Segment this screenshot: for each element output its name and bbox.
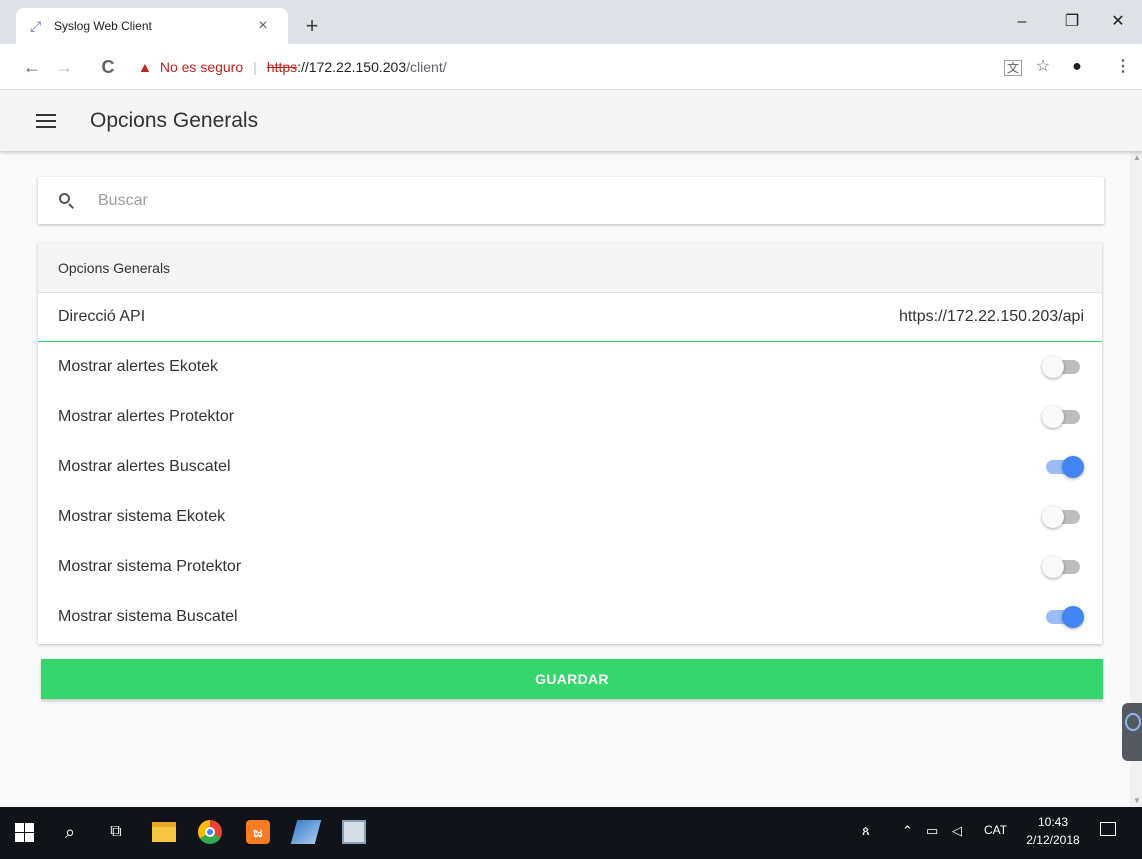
task-view-icon[interactable]: ⧉: [104, 820, 128, 844]
extension-icon: [1125, 713, 1141, 731]
security-status[interactable]: No es seguro: [160, 59, 243, 75]
reload-button[interactable]: C: [96, 56, 120, 78]
file-explorer-icon[interactable]: [152, 822, 176, 842]
side-extension-tab[interactable]: [1122, 703, 1142, 761]
setting-label: Mostrar alertes Buscatel: [58, 458, 231, 475]
warning-icon: ▲: [138, 59, 152, 75]
page-title: Opcions Generals: [90, 109, 259, 132]
profile-icon[interactable]: ●: [1066, 56, 1088, 78]
save-button[interactable]: GUARDAR: [41, 659, 1103, 699]
forward-button[interactable]: →: [52, 56, 76, 78]
setting-toggle[interactable]: [1042, 356, 1084, 378]
api-address-label: Direcció API: [58, 308, 146, 325]
setting-toggle[interactable]: [1042, 406, 1084, 428]
search-input[interactable]: [98, 191, 998, 210]
tab-close-icon[interactable]: ×: [252, 15, 274, 37]
tab-title: Syslog Web Client: [54, 19, 152, 33]
setting-toggle[interactable]: [1042, 506, 1084, 528]
setting-label: Mostrar sistema Buscatel: [58, 608, 238, 625]
setting-toggle[interactable]: [1042, 606, 1084, 628]
settings-list: Mostrar alertes Ekotek Mostrar alertes Pr…: [38, 342, 1102, 642]
setting-row: Mostrar sistema Protektor: [38, 542, 1102, 592]
windows-start-icon[interactable]: [12, 820, 36, 844]
close-window-button[interactable]: ✕: [1098, 10, 1138, 34]
scroll-up-icon[interactable]: ▲: [1133, 153, 1141, 162]
people-icon[interactable]: ጰ: [862, 823, 870, 839]
xampp-icon[interactable]: ಜ: [246, 820, 270, 844]
address-separator: |: [253, 59, 257, 75]
clock-time: 10:43: [1037, 815, 1069, 829]
api-address-row[interactable]: Direcció API https://172.22.150.203/api: [38, 293, 1102, 342]
setting-label: Mostrar sistema Protektor: [58, 558, 242, 575]
screen: ⤢ Syslog Web Client × + – ❐ ✕ ← → C ▲ No…: [0, 0, 1142, 859]
taskbar-search-icon[interactable]: ⌕: [58, 820, 82, 844]
search-card: [38, 177, 1104, 224]
setting-row: Mostrar sistema Ekotek: [38, 492, 1102, 542]
maximize-button[interactable]: ❐: [1052, 10, 1092, 34]
back-button[interactable]: ←: [20, 56, 44, 78]
search-icon: [58, 192, 76, 210]
volume-muted-icon[interactable]: ◁: [952, 823, 962, 839]
new-tab-button[interactable]: +: [300, 14, 324, 38]
url-scheme: https: [266, 59, 298, 75]
minimize-button[interactable]: –: [1002, 10, 1042, 34]
language-indicator[interactable]: CAT: [984, 823, 1007, 837]
setting-row: Mostrar alertes Protektor: [38, 392, 1102, 442]
chrome-icon[interactable]: [198, 820, 222, 844]
browser-menu-icon[interactable]: ⋮: [1112, 56, 1134, 78]
app-shortcut-icon[interactable]: [290, 820, 322, 844]
tray-chevron-icon[interactable]: ⌃: [902, 823, 913, 839]
notification-icon[interactable]: [1100, 822, 1116, 836]
bookmark-star-icon[interactable]: ☆: [1032, 56, 1054, 78]
setting-label: Mostrar alertes Protektor: [58, 408, 235, 425]
scroll-down-icon[interactable]: ▼: [1133, 796, 1141, 805]
network-icon[interactable]: ▭: [926, 823, 938, 839]
url-path: /client/: [406, 59, 447, 75]
address-bar[interactable]: ▲ No es seguro | https ://172.22.150.203…: [138, 53, 1018, 81]
api-address-value[interactable]: https://172.22.150.203/api: [899, 308, 1084, 326]
taskbar-clock[interactable]: 10:43 2/12/2018: [1024, 813, 1082, 849]
setting-label: Mostrar sistema Ekotek: [58, 508, 226, 525]
browser-tabstrip: ⤢ Syslog Web Client × + – ❐ ✕: [0, 0, 1142, 44]
browser-tab[interactable]: ⤢ Syslog Web Client ×: [16, 8, 288, 44]
setting-label: Mostrar alertes Ekotek: [58, 358, 219, 375]
settings-card: Opcions Generals Direcció API https://17…: [38, 243, 1102, 644]
browser-toolbar: ← → C ▲ No es seguro | https ://172.22.1…: [0, 44, 1142, 90]
setting-row: Mostrar alertes Buscatel: [38, 442, 1102, 492]
app-header: Opcions Generals: [0, 91, 1142, 151]
setting-row: Mostrar alertes Ekotek: [38, 342, 1102, 392]
setting-toggle[interactable]: [1042, 456, 1084, 478]
setting-row: Mostrar sistema Buscatel: [38, 592, 1102, 642]
clock-date: 2/12/2018: [1026, 833, 1080, 847]
windows-taskbar: ⌕ ⧉ ಜ ጰ ⌃ ▭ ◁ CAT: [0, 807, 1142, 859]
section-header: Opcions Generals: [38, 243, 1102, 293]
url-host: ://172.22.150.203: [297, 59, 407, 75]
hamburger-menu-icon[interactable]: [36, 114, 56, 128]
syslog-tab-icon: ⤢: [30, 18, 42, 34]
image-viewer-icon[interactable]: [342, 820, 366, 844]
translate-icon[interactable]: 文: [1004, 60, 1022, 76]
setting-toggle[interactable]: [1042, 556, 1084, 578]
